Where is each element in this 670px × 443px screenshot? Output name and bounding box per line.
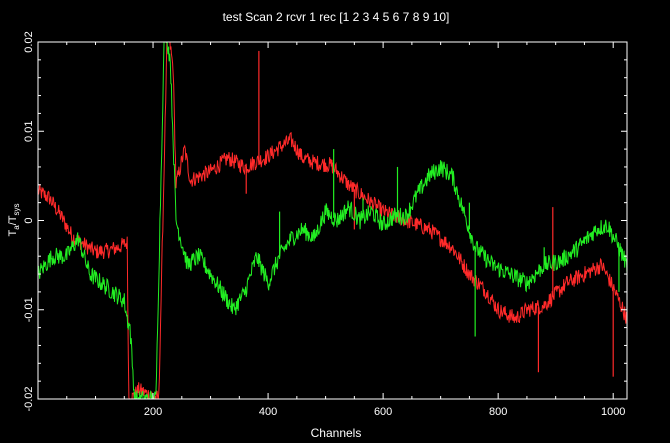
x-tick-label: 400: [259, 406, 277, 418]
chart-background: [0, 0, 670, 443]
x-tick-label: 600: [374, 406, 392, 418]
x-axis-label: Channels: [311, 426, 362, 440]
x-tick-label: 1000: [601, 406, 625, 418]
y-axis-label-mid: /T: [7, 215, 19, 225]
y-tick-label: 0.02: [23, 31, 35, 52]
x-tick-label: 200: [144, 406, 162, 418]
y-axis-label-sub2: sys: [12, 204, 21, 216]
chart-title: test Scan 2 rcvr 1 rec [1 2 3 4 5 6 7 8 …: [223, 10, 450, 24]
spectrum-chart: test Scan 2 rcvr 1 rec [1 2 3 4 5 6 7 8 …: [0, 0, 670, 443]
y-tick-label: -0.01: [23, 297, 35, 322]
y-tick-label: -0.02: [23, 386, 35, 411]
x-tick-label: 800: [489, 406, 507, 418]
y-tick-label: 0: [23, 217, 35, 223]
y-tick-label: 0.01: [23, 121, 35, 142]
